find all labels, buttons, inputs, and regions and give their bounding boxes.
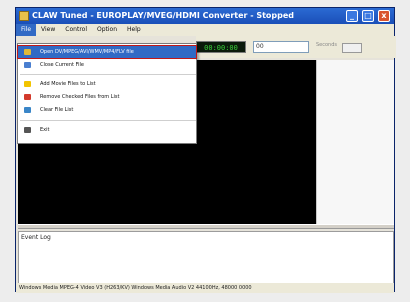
title-bar[interactable]: CLAW Tuned - EUROPLAY/MVEG/HDMI Converte… [16,8,394,24]
close-button[interactable]: x [378,10,390,22]
menu-item-open-file[interactable]: Open DV/MPEG/AVI/WMV/MP4/FLV file [17,45,197,59]
duration-input[interactable]: 00 [253,41,309,53]
log-area: Event Log [18,231,394,285]
splitter[interactable] [18,224,394,229]
seconds-label: Seconds [316,42,338,48]
app-icon [19,11,29,21]
time-display: 00:00:00 [196,41,246,53]
menu-item-label: Exit [40,127,50,133]
toolbar-control[interactable] [342,43,362,53]
menu-item-label: Remove Checked Files from List [40,94,120,100]
exit-icon [24,127,31,133]
menu-item-exit[interactable]: Exit [18,124,196,136]
menu-bar: File View Control Option Help [16,24,394,36]
screenshot-frame: CLAW Tuned - EUROPLAY/MVEG/HDMI Converte… [0,0,410,302]
log-text: Event Log [21,234,51,241]
menu-control[interactable]: Control [60,24,92,36]
close-file-icon [24,62,31,68]
menu-separator [20,120,196,121]
menu-view[interactable]: View [36,24,60,36]
menu-item-label: Clear File List [40,107,74,113]
status-text: Windows Media MPEG-4 Video V3 (H263/KV) … [19,285,252,291]
menu-item-add-files[interactable]: Add Movie Files to List [18,78,196,90]
toolbar: 00:00:00 00 Seconds [196,36,396,58]
menu-option[interactable]: Option [92,24,122,36]
minimize-button[interactable]: _ [346,10,358,22]
folder-open-icon [24,49,31,55]
menu-file[interactable]: File [16,24,37,36]
remove-icon [24,94,31,100]
clear-list-icon [24,107,31,113]
menu-item-label: Open DV/MPEG/AVI/WMV/MP4/FLV file [40,49,134,55]
menu-item-label: Close Current File [40,62,84,68]
file-menu-dropdown: Open DV/MPEG/AVI/WMV/MP4/FLV file Close … [17,43,197,144]
menu-separator [20,74,196,75]
menu-item-remove-checked[interactable]: Remove Checked Files from List [18,91,196,103]
menu-item-clear-list[interactable]: Clear File List [18,104,196,116]
status-bar: Windows Media MPEG-4 Video V3 (H263/KV) … [16,283,394,293]
menu-item-close-file[interactable]: Close Current File [18,59,196,71]
maximize-button[interactable]: □ [362,10,374,22]
add-icon [24,81,31,87]
right-panel [316,60,394,224]
menu-help[interactable]: Help [122,24,146,36]
menu-item-label: Add Movie Files to List [40,81,96,87]
window-title: CLAW Tuned - EUROPLAY/MVEG/HDMI Converte… [32,11,295,20]
